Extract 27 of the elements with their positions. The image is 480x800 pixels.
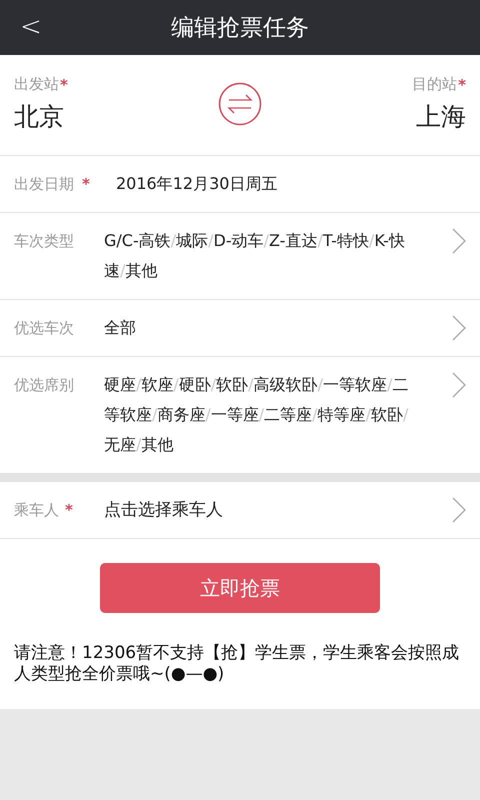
option-value[interactable]: 硬座/软座/硬卧/软卧/高级软卧/一等软座/二等软座/商务座/一等座/二等座/特等座/软卧/ 无座/其他 [104,370,440,460]
required-mark: * [458,76,466,94]
back-button[interactable]: < [14,12,48,42]
date-value[interactable]: 2016年12月30日周五 [116,169,466,199]
required-mark: * [82,175,90,193]
chevron-icon [452,315,466,341]
required-mark: * [60,76,68,94]
passenger-field[interactable]: 点击选择乘车人 [104,495,440,525]
arrival-station[interactable]: 上海 [416,100,466,133]
field-label: 优选车次 [14,318,75,339]
departure-station[interactable]: 北京 [14,100,64,133]
required-mark: * [65,501,73,519]
chevron-icon [452,228,466,254]
option-value[interactable]: G/C-高铁/城际/D-动车/Z-直达/T-特快/K-快速/其他 [104,226,440,286]
field-label: 出发站 [14,75,59,94]
page-title: 编辑抢票任务 [171,14,309,43]
swap-icon[interactable] [218,82,262,126]
field-label: 优选席别 [14,375,75,396]
field-label: 目的站 [412,75,458,94]
field-label: 乘车人 [14,500,59,521]
notice-text: 请注意！12306暂不支持【抢】学生票，学生乘客会按照成人类型抢全价票哦~(●—●) [13,643,460,686]
field-label: 车次类型 [14,231,75,252]
chevron-icon [452,372,466,398]
grab-ticket-button[interactable]: 立即抢票 [100,563,380,613]
option-value[interactable]: 全部 [104,313,440,343]
chevron-icon [452,497,466,523]
field-label: 出发日期 [14,174,74,195]
